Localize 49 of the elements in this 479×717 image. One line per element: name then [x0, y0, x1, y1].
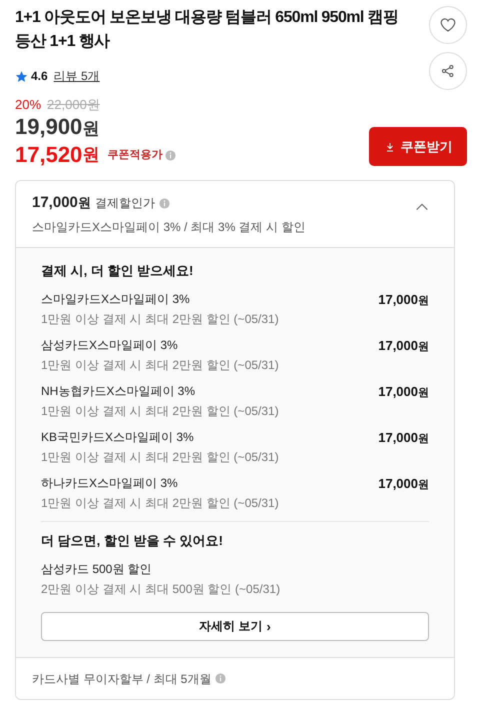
info-icon — [165, 150, 176, 160]
wishlist-button[interactable] — [429, 6, 467, 44]
offer-price: 17,000 — [378, 291, 418, 308]
offer-condition: 1만원 이상 결제 시 최대 2만원 할인 (~05/31) — [41, 449, 279, 466]
offer-condition: 1만원 이상 결제 시 최대 2만원 할인 (~05/31) — [41, 357, 279, 374]
share-icon — [440, 63, 456, 79]
installment-info: 카드사별 무이자할부 / 최대 5개월 — [32, 670, 212, 688]
original-price: 22,000원 — [47, 96, 100, 114]
price-unit: 원 — [82, 144, 100, 166]
details-button[interactable]: 자세히 보기 › — [41, 612, 429, 641]
price-unit: 원 — [418, 340, 429, 355]
offer-name: 삼성카드X스마일페이 3% — [41, 337, 179, 354]
offer-price: 17,000 — [378, 383, 418, 400]
coupon-download-button[interactable]: 쿠폰받기 — [369, 127, 467, 166]
share-button[interactable] — [429, 52, 467, 90]
section-heading: 더 담으면, 할인 받을 수 있어요! — [41, 532, 224, 549]
coupon-price-label: 쿠폰적용가 — [107, 148, 162, 163]
price-unit: 원 — [418, 294, 429, 309]
offer-name: KB국민카드X스마일페이 3% — [41, 429, 195, 446]
offer-condition: 1만원 이상 결제 시 최대 2만원 할인 (~05/31) — [41, 495, 279, 512]
offer-condition: 1만원 이상 결제 시 최대 2만원 할인 (~05/31) — [41, 311, 279, 328]
payment-price: 17,000 — [32, 193, 78, 213]
coupon-price: 17,520 — [15, 142, 82, 168]
offer-name: 스마일카드X스마일페이 3% — [41, 291, 191, 308]
discount-rate: 20% — [15, 96, 42, 114]
offer-condition: 2만원 이상 결제 시 최대 500원 할인 (~05/31) — [41, 581, 282, 598]
offer-price: 17,000 — [378, 429, 418, 446]
sale-price: 19,900 — [15, 114, 82, 140]
info-icon — [158, 198, 170, 208]
info-icon — [215, 673, 226, 684]
price-unit: 원 — [82, 118, 100, 140]
product-title: 1+1 아웃도어 보온보냉 대용량 텀블러 650ml 950ml 캠핑 등산 1+1 행사 — [15, 8, 400, 52]
offer-condition: 1만원 이상 결제 시 최대 2만원 할인 (~05/31) — [41, 403, 279, 420]
offer-price: 17,000 — [378, 337, 418, 354]
discount-summary: 스마일카드X스마일페이 3% / 최대 3% 결제 시 할인 — [32, 219, 306, 236]
price-unit: 원 — [78, 194, 91, 212]
payment-price-label: 결제할인가 — [94, 195, 155, 212]
offer-name: NH농협카드X스마일페이 3% — [41, 383, 196, 400]
offer-name: 삼성카드 500원 할인 — [41, 561, 153, 578]
price-unit: 원 — [418, 386, 429, 401]
reviews-link[interactable]: 리뷰 5개 — [54, 67, 100, 85]
section-heading: 결제 시, 더 할인 받으세요! — [41, 262, 194, 279]
offer-price: 17,000 — [378, 475, 418, 492]
price-unit: 원 — [418, 478, 429, 493]
offer-name: 하나카드X스마일페이 3% — [41, 475, 179, 492]
star-icon — [15, 70, 28, 82]
rating-score: 4.6 — [31, 68, 48, 85]
price-unit: 원 — [418, 432, 429, 447]
heart-icon — [439, 16, 457, 34]
